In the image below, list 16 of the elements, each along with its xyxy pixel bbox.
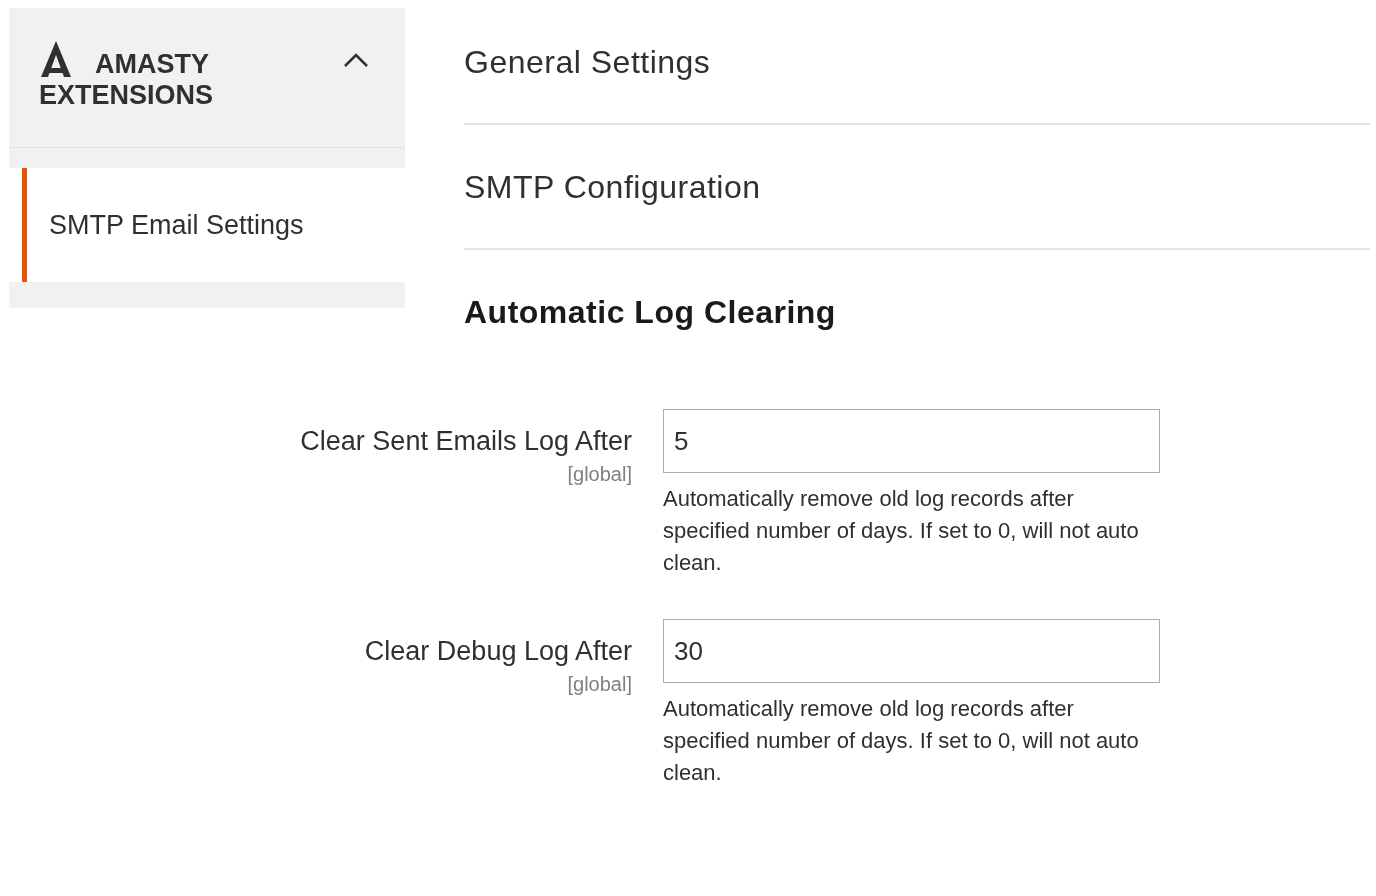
input-field[interactable]: 30 (663, 619, 1160, 683)
input-field[interactable]: 5 (663, 409, 1160, 473)
group-title: AMASTY (95, 51, 209, 78)
section-header[interactable]: Automatic Log Clearing (464, 250, 1370, 373)
chevron-up-icon (343, 52, 369, 68)
logo-icon (39, 40, 73, 78)
scope-label: [global] (567, 671, 632, 697)
field-label: Clear Sent Emails Log After (300, 425, 632, 458)
scope-label: [global] (567, 461, 632, 487)
section-header[interactable]: General Settings (464, 0, 1370, 123)
field-note: Automatically remove old log records after specified number of days. If set to 0, will not auto clean. (663, 485, 1140, 577)
field-note: Automatically remove old log records after specified number of days. If set to 0, will not auto clean. (663, 695, 1140, 787)
sidebar-group-header[interactable]: AMASTY EXTENSIONS (9, 8, 405, 148)
section-header[interactable]: SMTP Configuration (464, 125, 1370, 248)
group-title: EXTENSIONS (39, 82, 214, 109)
field-label: Clear Debug Log After (364, 635, 632, 668)
